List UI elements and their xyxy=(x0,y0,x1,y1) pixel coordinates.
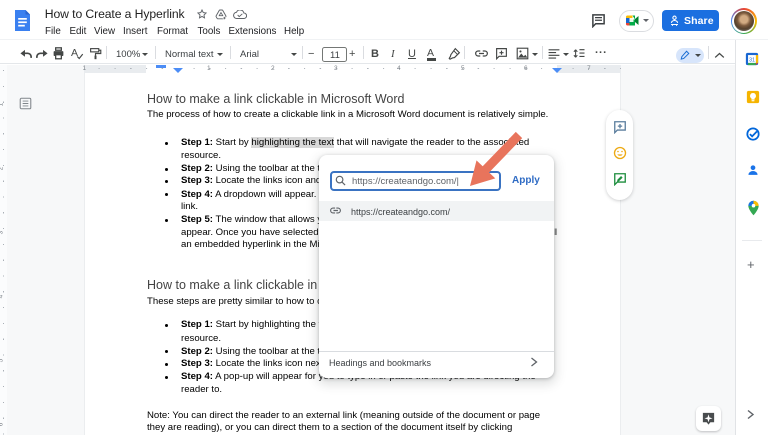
svg-text:31: 31 xyxy=(749,57,755,63)
